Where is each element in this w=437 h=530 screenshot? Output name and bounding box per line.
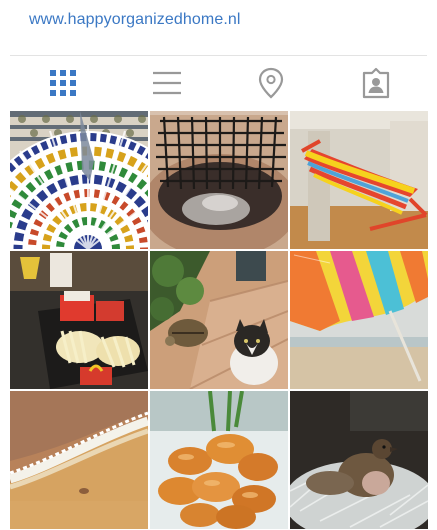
photo-sand-and-wave[interactable] bbox=[10, 391, 148, 529]
photo-tortoise-and-cat[interactable] bbox=[150, 251, 288, 389]
list-icon bbox=[152, 70, 182, 96]
photo-grid bbox=[10, 111, 428, 529]
header: www.happyorganizedhome.nl bbox=[0, 0, 437, 54]
photo-hammock[interactable] bbox=[290, 111, 428, 249]
website-link[interactable]: www.happyorganizedhome.nl bbox=[29, 11, 241, 29]
photo-pastries[interactable] bbox=[150, 391, 288, 529]
photo-beach-umbrella[interactable] bbox=[290, 251, 428, 389]
photo-grill-rack[interactable] bbox=[150, 111, 288, 249]
grid-icon bbox=[49, 69, 77, 97]
tagged-person-icon bbox=[361, 67, 391, 99]
tab-list-view[interactable] bbox=[112, 56, 221, 110]
tab-grid-view[interactable] bbox=[8, 56, 117, 110]
photo-fast-food-tray[interactable] bbox=[10, 251, 148, 389]
tab-map-view[interactable] bbox=[216, 56, 325, 110]
view-tab-bar bbox=[0, 56, 437, 110]
photo-mosaic-tiles[interactable] bbox=[10, 111, 148, 249]
tab-tagged-view[interactable] bbox=[321, 56, 430, 110]
location-pin-icon bbox=[258, 67, 284, 99]
photo-bird-in-nest[interactable] bbox=[290, 391, 428, 529]
